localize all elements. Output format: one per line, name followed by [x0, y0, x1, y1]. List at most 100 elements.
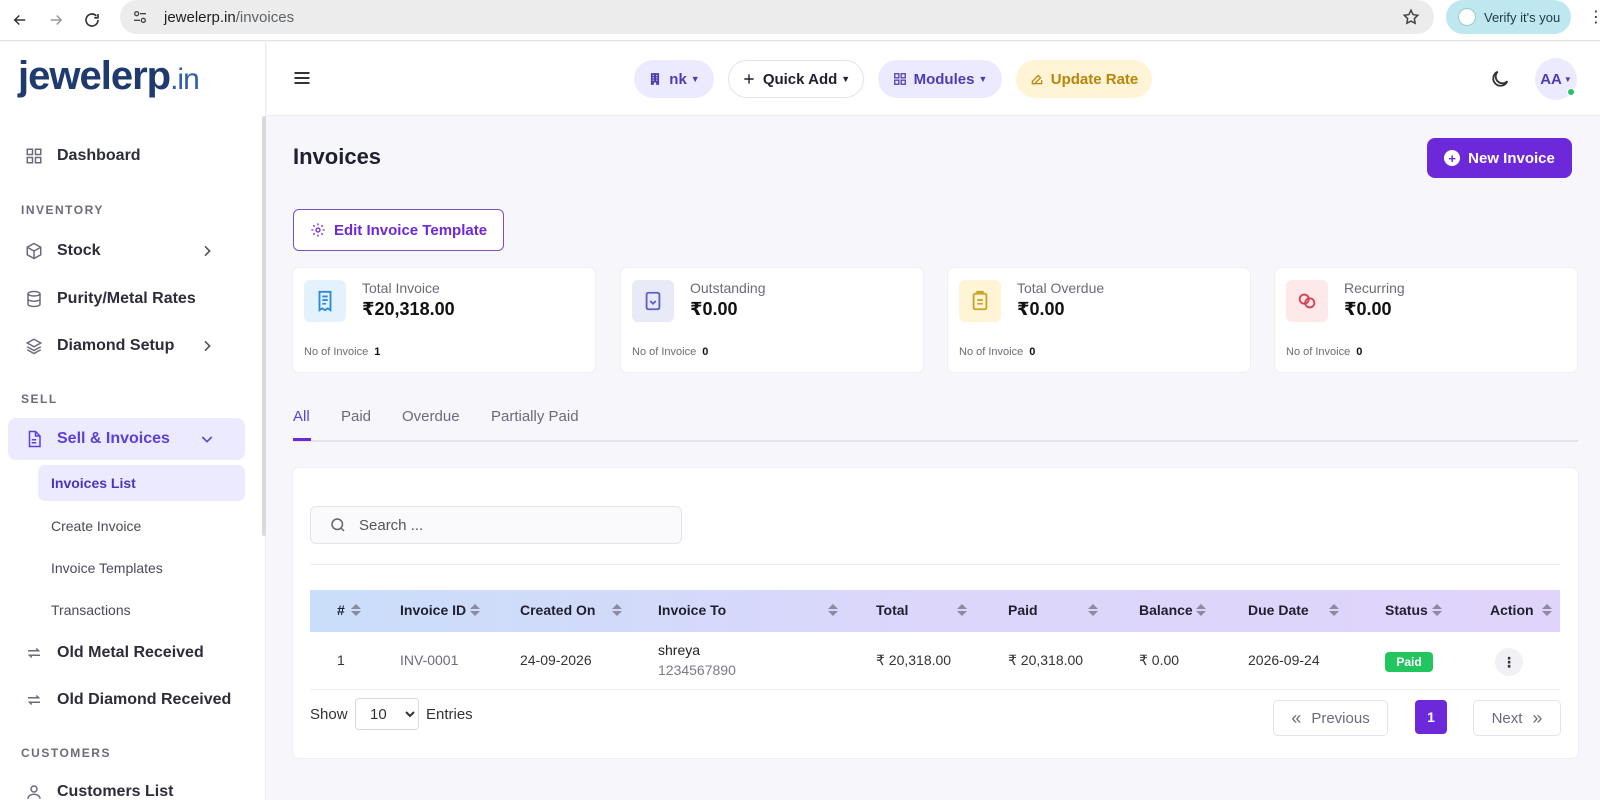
avatar[interactable]: AA ▼ — [1535, 58, 1577, 100]
grid-icon — [26, 148, 42, 164]
page-number-button[interactable]: 1 — [1415, 700, 1447, 734]
cell-invoice-id[interactable]: INV-0001 — [400, 652, 458, 668]
tab-paid[interactable]: Paid — [341, 408, 371, 425]
plus-icon — [744, 74, 754, 84]
sidebar-item-purity[interactable]: Purity/Metal Rates — [8, 279, 245, 319]
tab-partially-paid[interactable]: Partially Paid — [491, 408, 579, 425]
avatar-initials: AA — [1540, 70, 1562, 88]
back-arrow-icon[interactable] — [10, 10, 30, 30]
double-chevron-left-icon: « — [1291, 707, 1302, 728]
address-bar[interactable]: jewelerp.in/invoices — [120, 0, 1434, 34]
sidebar-scrollbar[interactable] — [262, 116, 266, 536]
sidebar-sub-invoice-templates[interactable]: Invoice Templates — [38, 550, 245, 586]
row-action-kebab-icon[interactable]: ⋮ — [1495, 648, 1523, 676]
sidebar-item-sell-invoices[interactable]: Sell & Invoices — [8, 418, 245, 460]
stat-label: Recurring — [1344, 280, 1405, 296]
sort-icon[interactable] — [351, 604, 361, 618]
col-header-invoice-id[interactable]: Invoice ID — [400, 602, 466, 618]
col-header-balance[interactable]: Balance — [1139, 602, 1193, 618]
search-input[interactable] — [359, 516, 659, 534]
col-header-status[interactable]: Status — [1385, 602, 1428, 618]
sidebar-sub-create-invoice[interactable]: Create Invoice — [38, 508, 245, 544]
edit-invoice-template-button[interactable]: Edit Invoice Template — [293, 209, 504, 251]
update-rate-label: Update Rate — [1050, 70, 1139, 88]
sort-icon[interactable] — [470, 604, 480, 618]
sidebar-item-dashboard[interactable]: Dashboard — [8, 136, 245, 176]
sidebar-item-old-diamond[interactable]: Old Diamond Received — [8, 680, 245, 720]
col-header-action[interactable]: Action — [1490, 602, 1534, 618]
sort-icon[interactable] — [1542, 604, 1552, 618]
bookmark-star-icon[interactable] — [1402, 8, 1420, 26]
stat-value: ₹0.00 — [1017, 299, 1065, 319]
search-icon — [331, 518, 345, 532]
section-inventory: INVENTORY — [21, 203, 104, 217]
chevron-down-icon — [201, 436, 213, 443]
tab-overdue[interactable]: Overdue — [402, 408, 460, 425]
modules-button[interactable]: Modules ▼ — [878, 60, 1002, 98]
sidebar-sub-transactions[interactable]: Transactions — [38, 592, 245, 628]
sidebar-item-label: Dashboard — [57, 147, 141, 164]
profile-icon — [1458, 8, 1476, 26]
stat-label: Total Invoice — [362, 280, 440, 296]
caret-down-icon: ▼ — [978, 74, 988, 84]
col-header-created-on[interactable]: Created On — [520, 602, 595, 618]
sidebar-item-old-metal[interactable]: Old Metal Received — [8, 633, 245, 673]
section-sell: SELL — [21, 392, 58, 406]
logo[interactable]: jewelerp.in — [18, 54, 200, 99]
sort-icon[interactable] — [1088, 604, 1098, 618]
edit-template-label: Edit Invoice Template — [333, 221, 488, 239]
sort-icon[interactable] — [1329, 604, 1339, 618]
col-header-invoice-to[interactable]: Invoice To — [658, 602, 726, 618]
table-row[interactable]: 1 INV-0001 24-09-2026 shreya 1234567890 … — [310, 632, 1560, 690]
user-icon — [27, 785, 41, 799]
site-settings-icon[interactable] — [132, 9, 148, 25]
search-box[interactable] — [310, 506, 682, 544]
table-header: # Invoice ID Created On Invoice To Total… — [310, 590, 1560, 632]
sidebar-item-diamond[interactable]: Diamond Setup — [8, 326, 245, 366]
stat-card-total-overdue: Total Overdue ₹0.00 No of Invoice 0 — [948, 268, 1250, 372]
swap-icon — [27, 694, 41, 706]
sort-icon[interactable] — [1196, 604, 1206, 618]
stat-footer: No of Invoice 0 — [959, 346, 1036, 358]
sort-icon[interactable] — [957, 604, 967, 618]
section-customers: CUSTOMERS — [21, 746, 111, 760]
sidebar-item-label: Purity/Metal Rates — [57, 290, 196, 307]
col-header-paid[interactable]: Paid — [1008, 602, 1038, 618]
branch-selector[interactable]: nk ▼ — [634, 60, 714, 98]
cell-balance: ₹ 0.00 — [1139, 652, 1180, 668]
new-invoice-button[interactable]: + New Invoice — [1427, 138, 1572, 178]
quick-add-label: Quick Add — [762, 70, 838, 88]
sidebar-item-stock[interactable]: Stock — [8, 231, 245, 271]
menu-icon[interactable] — [292, 68, 312, 88]
new-invoice-label: New Invoice — [1468, 149, 1555, 167]
double-chevron-right-icon: » — [1532, 707, 1543, 728]
sort-icon[interactable] — [1432, 604, 1442, 618]
sidebar-sub-invoices-list[interactable]: Invoices List — [38, 465, 245, 501]
col-header-total[interactable]: Total — [876, 602, 908, 618]
moon-icon[interactable] — [1489, 68, 1511, 90]
next-page-button[interactable]: Next » — [1473, 700, 1561, 736]
entries-label: Entries — [426, 706, 473, 723]
update-rate-button[interactable]: Update Rate — [1016, 60, 1152, 98]
clipboard-icon — [959, 280, 1001, 322]
box-icon — [26, 242, 42, 260]
cell-total: ₹ 20,318.00 — [876, 652, 952, 668]
stat-card-outstanding: Outstanding ₹0.00 No of Invoice 0 — [621, 268, 923, 372]
plus-circle-icon: + — [1444, 150, 1461, 166]
entries-select[interactable]: 10 — [355, 698, 419, 730]
col-header-due-date[interactable]: Due Date — [1248, 602, 1309, 618]
col-header-number[interactable]: # — [337, 602, 345, 618]
verify-profile-button[interactable]: Verify it's you — [1446, 0, 1571, 34]
reload-icon[interactable] — [82, 10, 102, 30]
sort-icon[interactable] — [828, 604, 838, 618]
browser-menu-icon[interactable]: ⋮ — [1588, 8, 1600, 28]
sidebar-item-customers-list[interactable]: Customers List — [8, 772, 245, 800]
sidebar-item-label: Stock — [57, 242, 101, 259]
cell-paid: ₹ 20,318.00 — [1008, 652, 1084, 668]
quick-add-button[interactable]: Quick Add ▼ — [728, 60, 864, 98]
previous-page-button[interactable]: « Previous — [1273, 700, 1388, 736]
tab-all[interactable]: All — [293, 408, 310, 425]
sort-icon[interactable] — [612, 604, 622, 618]
invoice-tabs: All Paid Overdue Partially Paid — [293, 398, 1578, 442]
forward-arrow-icon[interactable] — [46, 10, 66, 30]
